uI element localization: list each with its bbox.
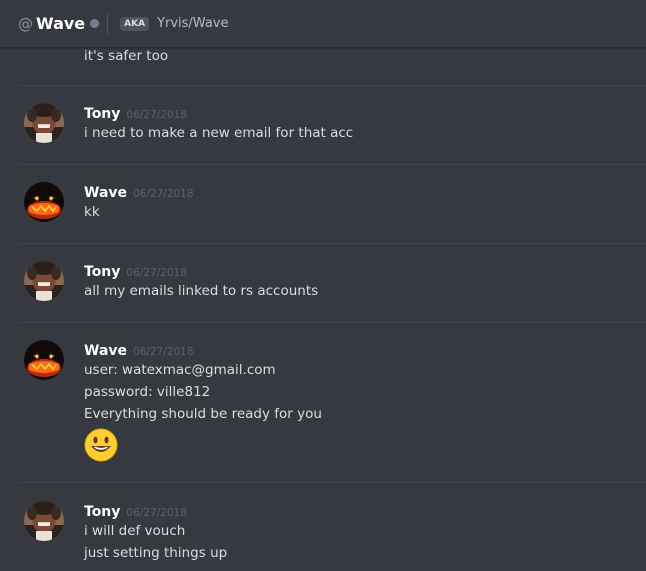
wave-avatar[interactable] — [24, 182, 64, 222]
aka-names[interactable]: Yrvis/Wave — [157, 16, 228, 31]
message-text: it's safer too — [84, 48, 169, 64]
message-timestamp: 06/27/2018 — [133, 188, 194, 200]
message-text: password: ville812 — [84, 384, 211, 400]
message-timestamp: 06/27/2018 — [126, 507, 187, 519]
message-group: Wave 06/27/2018 kk — [0, 182, 646, 242]
author-name[interactable]: Tony — [84, 264, 120, 280]
message-text: user: watexmac@gmail.com — [84, 362, 276, 378]
message-text: Everything should be ready for you — [84, 406, 322, 422]
message-text: all my emails linked to rs accounts — [84, 283, 319, 299]
author-name[interactable]: Wave — [84, 185, 127, 201]
aka-badge: AKA — [120, 16, 150, 31]
message-group: Tony 06/27/2018 i will def vouch just set… — [0, 501, 646, 571]
status-offline-icon — [90, 19, 100, 28]
message-header: Tony 06/27/2018 — [84, 103, 187, 122]
dm-window: @ Wave AKA Yrvis/Wave it's safer too Ton… — [0, 0, 646, 571]
message-text: i will def vouch — [84, 523, 186, 539]
message-group: Wave 06/27/2018 user: watexmac@gmail.com … — [0, 340, 646, 472]
message-text: i need to make a new email for that acc — [84, 125, 354, 141]
smiley-emoji[interactable] — [84, 428, 118, 462]
message-header: Wave 06/27/2018 — [84, 340, 194, 359]
message-header: Wave 06/27/2018 — [84, 182, 194, 201]
channel-header: @ Wave AKA Yrvis/Wave — [0, 0, 646, 48]
author-name[interactable]: Wave — [84, 343, 127, 359]
message-divider — [18, 164, 646, 165]
tony-avatar[interactable] — [24, 261, 64, 301]
message-group: Tony 06/27/2018 i need to make a new emai… — [0, 103, 646, 163]
header-divider — [107, 12, 109, 35]
message-list[interactable]: it's safer too Tony 06/27/2018 i need to… — [0, 48, 646, 571]
message-divider — [18, 85, 646, 86]
message-header: Tony 06/27/2018 — [84, 261, 187, 280]
tony-avatar[interactable] — [24, 501, 64, 541]
message-timestamp: 06/27/2018 — [126, 109, 187, 121]
message-text: just setting things up — [84, 545, 228, 561]
dm-username[interactable]: Wave — [36, 14, 85, 33]
message-timestamp: 06/27/2018 — [126, 267, 187, 279]
message-group: Tony 06/27/2018 all my emails linked to r… — [0, 261, 646, 321]
message-text: kk — [84, 204, 100, 220]
message-header: Tony 06/27/2018 — [84, 501, 187, 520]
author-name[interactable]: Tony — [84, 504, 120, 520]
wave-avatar[interactable] — [24, 340, 64, 380]
message-timestamp: 06/27/2018 — [133, 346, 194, 358]
message-divider — [18, 482, 646, 483]
at-icon: @ — [18, 14, 33, 33]
tony-avatar[interactable] — [24, 103, 64, 143]
message-divider — [18, 322, 646, 323]
author-name[interactable]: Tony — [84, 106, 120, 122]
message-divider — [18, 243, 646, 244]
